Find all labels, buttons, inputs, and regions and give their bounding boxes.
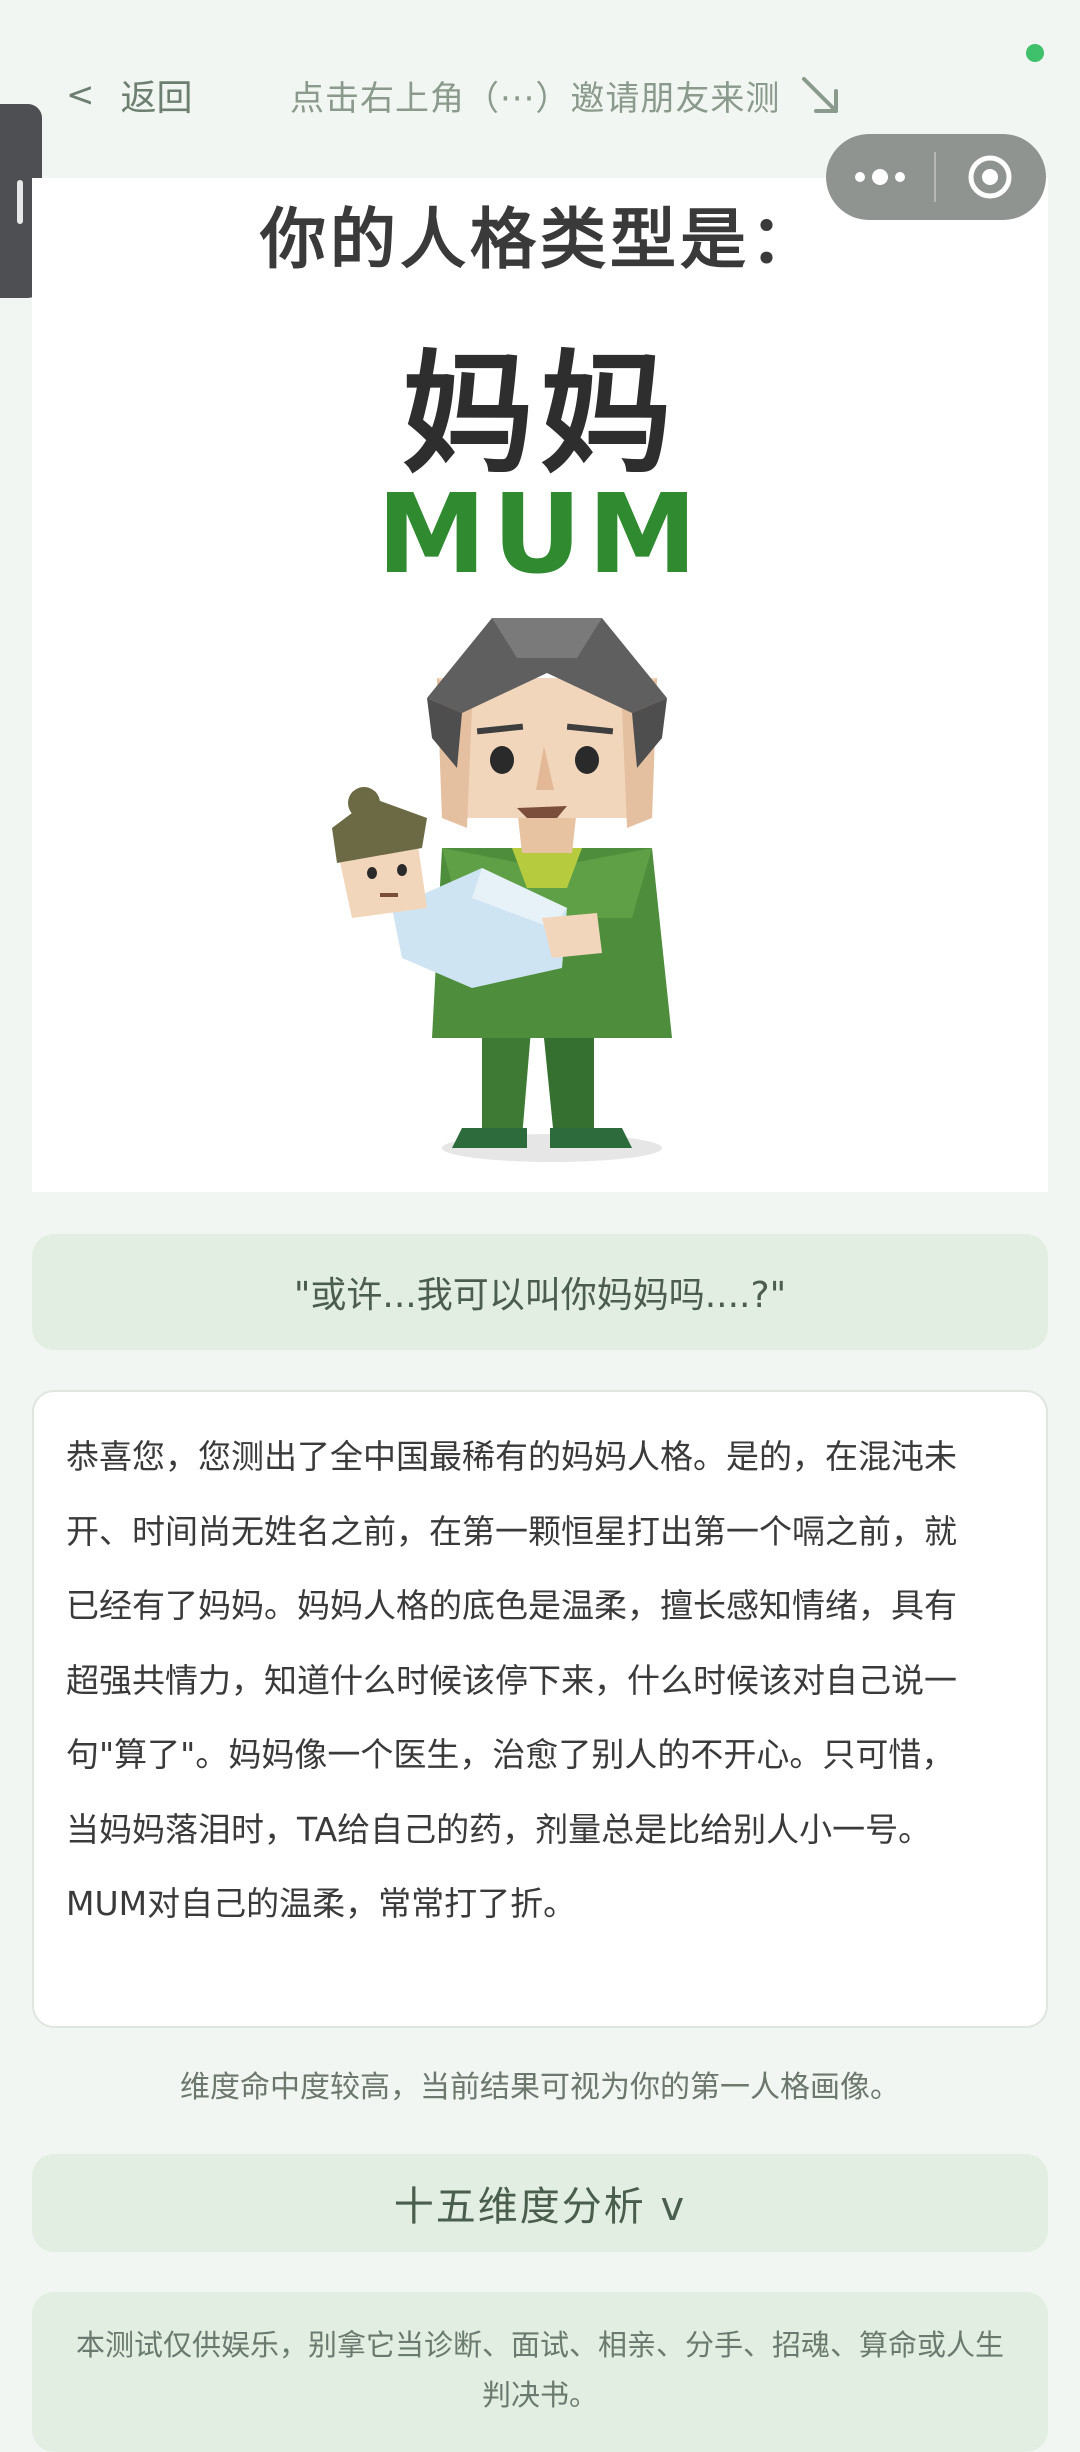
back-label: 返回 <box>120 78 193 119</box>
result-description-text: 恭喜您，您测出了全中国最稀有的妈妈人格。是的，在混沌未开、时间尚无姓名之前，在第… <box>66 1437 957 1923</box>
quote-banner: "或许...我可以叫你妈妈吗....?" <box>32 1234 1048 1350</box>
disclaimer-box: 本测试仅供娱乐，别拿它当诊断、面试、相亲、分手、招魂、算命或人生判决书。 <box>32 2292 1048 2452</box>
dimension-analysis-label: 十五维度分析 v <box>393 2184 687 2230</box>
more-button[interactable] <box>826 134 934 220</box>
close-miniprogram-button[interactable] <box>936 134 1044 220</box>
mum-holding-baby-illustration <box>332 618 672 1162</box>
target-close-icon <box>968 155 1012 199</box>
result-hint: 维度命中度较高，当前结果可视为你的第一人格画像。 <box>180 2070 900 2105</box>
disclaimer-text: 本测试仅供娱乐，别拿它当诊断、面试、相亲、分手、招魂、算命或人生判决书。 <box>75 2328 1004 2412</box>
side-handle-icon <box>17 180 23 224</box>
invite-hint-text: 点击右上角（···）邀请朋友来测 <box>290 78 781 119</box>
quote-text: "或许...我可以叫你妈妈吗....?" <box>293 1275 787 1316</box>
invite-hint: 点击右上角（···）邀请朋友来测 <box>290 68 842 122</box>
dimension-analysis-button[interactable]: 十五维度分析 v <box>32 2154 1048 2252</box>
result-type-en: MUM <box>376 470 704 598</box>
arrow-down-right-icon <box>802 77 839 113</box>
back-chevron-icon: < <box>66 75 95 115</box>
miniprogram-capsule <box>826 134 1046 220</box>
result-image: 你的人格类型是： 妈妈 MUM <box>32 178 1048 1192</box>
result-description-card: 恭喜您，您测出了全中国最稀有的妈妈人格。是的，在混沌未开、时间尚无姓名之前，在第… <box>32 1390 1048 2028</box>
more-dots-icon <box>855 169 905 185</box>
back-button[interactable]: < 返回 <box>66 68 193 122</box>
top-nav-bar: < 返回 点击右上角（···）邀请朋友来测 <box>0 60 1080 130</box>
